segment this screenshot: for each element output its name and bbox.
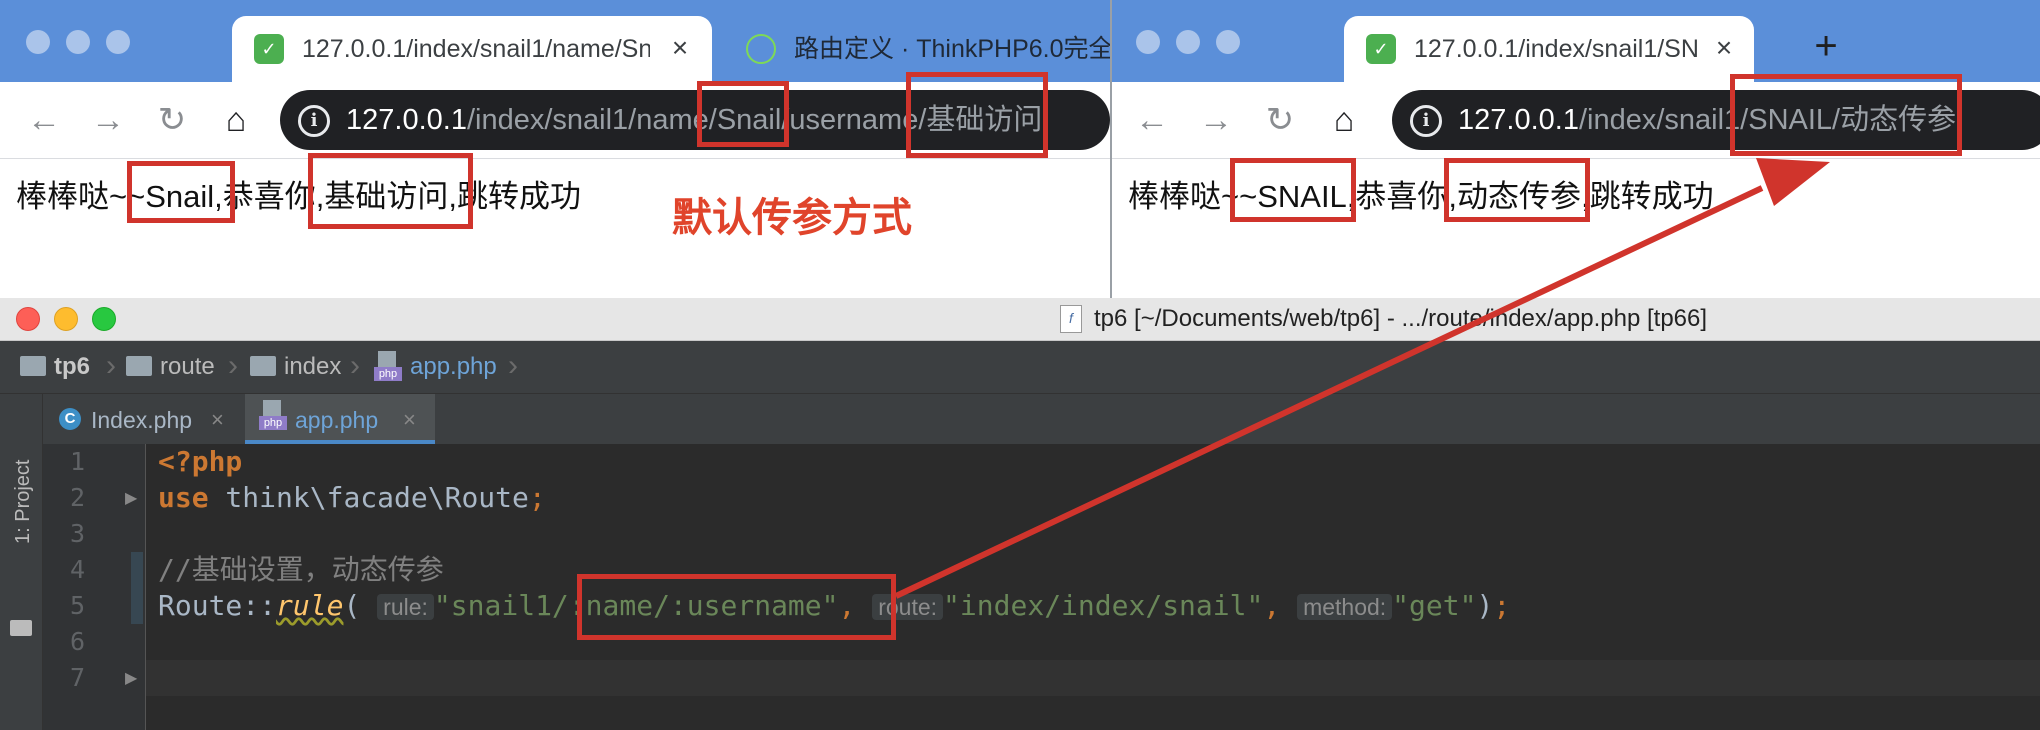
- arrow-right-icon[interactable]: →: [1194, 98, 1238, 142]
- breadcrumb: tp6 › route › index › php app.php ›: [0, 341, 2040, 394]
- highlight-box-text-name-right: [1230, 158, 1356, 222]
- info-icon[interactable]: i: [298, 105, 330, 137]
- reload-icon[interactable]: ↻: [1258, 98, 1302, 142]
- tab-label: Index.php: [91, 407, 193, 433]
- highlight-box-code-rule: [577, 574, 896, 640]
- folder-icon: [126, 356, 152, 376]
- code-line-2: use think\facade\Route;: [158, 481, 546, 514]
- close-icon[interactable]: ×: [211, 406, 224, 434]
- thinkphp-favicon-icon: ✓: [254, 34, 284, 64]
- ide-window-title: tp6 [~/Documents/web/tp6] - .../route/in…: [1094, 305, 1708, 332]
- line-number: 4: [69, 555, 85, 584]
- ide-titlebar: f tp6 [~/Documents/web/tp6] - .../route/…: [0, 298, 2040, 341]
- window-zoom-light[interactable]: [106, 30, 130, 54]
- line-number: 3: [69, 519, 85, 548]
- new-tab-button[interactable]: +: [1806, 26, 1846, 66]
- highlight-box-url-name: [697, 81, 789, 147]
- arrow-left-icon[interactable]: ←: [1130, 98, 1174, 142]
- reload-icon[interactable]: ↻: [150, 98, 194, 142]
- php-file-icon: php: [374, 351, 402, 383]
- code-line-4: //基础设置，动态传参: [158, 553, 444, 586]
- param-hint: method:: [1297, 594, 1393, 620]
- editor-tabs: C Index.php × php app.php ×: [43, 394, 2040, 445]
- window-zoom-light[interactable]: [1216, 30, 1240, 54]
- browser-tab-active[interactable]: ✓ 127.0.0.1/index/snail1/name/Snail/user…: [232, 16, 712, 82]
- tab-title: 127.0.0.1/index/snail1/name/Snail/userna…: [302, 35, 650, 63]
- tab-strip: ✓ 127.0.0.1/index/snail1/SNAIL/动态传参 × +: [1112, 0, 2040, 82]
- window-close-light[interactable]: [1136, 30, 1160, 54]
- line-number: 5: [69, 591, 85, 620]
- php-file-icon: php: [259, 400, 287, 432]
- highlight-box-text-name: [127, 161, 235, 223]
- browser-tab-active[interactable]: ✓ 127.0.0.1/index/snail1/SNAIL/动态传参 ×: [1344, 16, 1754, 82]
- chevron-right-icon: ›: [350, 349, 360, 382]
- window-zoom-light[interactable]: [92, 307, 116, 331]
- page-message: 棒棒哒~~SNAIL,恭喜你,动态传参,跳转成功: [1128, 179, 1714, 214]
- highlight-box-text-username: [308, 153, 473, 229]
- project-side-strip: 1: Project: [0, 394, 43, 730]
- annotation-label: 默认传参方式: [672, 196, 912, 240]
- page-message: 棒棒哒~~Snail,恭喜你,基础访问,跳转成功: [16, 179, 581, 214]
- arrow-left-icon[interactable]: ←: [22, 98, 66, 142]
- window-minimize-light[interactable]: [66, 30, 90, 54]
- highlight-box-url-username: [906, 72, 1048, 158]
- project-tool-label[interactable]: 1: Project: [12, 460, 35, 544]
- tab-label: app.php: [295, 407, 379, 433]
- chevron-right-icon: ›: [508, 349, 518, 382]
- close-icon[interactable]: ×: [664, 32, 696, 64]
- tab-index-php[interactable]: C Index.php ×: [43, 394, 243, 444]
- code-line-1: <?php: [158, 445, 243, 478]
- line-number: 1: [69, 447, 85, 476]
- tab-strip: ✓ 127.0.0.1/index/snail1/name/Snail/user…: [0, 0, 1110, 82]
- php-file-icon: f: [1060, 305, 1082, 333]
- tab-app-php[interactable]: php app.php ×: [245, 394, 435, 444]
- home-icon[interactable]: ⌂: [214, 98, 258, 142]
- line-number: 2: [69, 483, 85, 512]
- close-icon[interactable]: ×: [403, 406, 416, 434]
- class-icon: C: [59, 408, 81, 430]
- chevron-right-icon: ›: [106, 349, 116, 382]
- folder-icon: [20, 356, 46, 376]
- line-gutter: 1 2 ▶ 3 4 5 6 7 ▶: [43, 444, 146, 730]
- fold-arrow-icon[interactable]: ▶: [125, 488, 137, 508]
- tab-title: 路由定义 · ThinkPHP6.0完全开发手册: [794, 35, 1110, 63]
- home-icon[interactable]: ⌂: [1322, 98, 1366, 142]
- tab-title: 127.0.0.1/index/snail1/SNAIL/动态传参: [1414, 35, 1698, 63]
- highlight-box-text-username-right: [1444, 158, 1590, 222]
- window-minimize-light[interactable]: [1176, 30, 1200, 54]
- folder-icon: [250, 356, 276, 376]
- thinkphp-favicon-icon: ✓: [1366, 34, 1396, 64]
- code-editor[interactable]: <?php use think\facade\Route; //基础设置，动态传…: [146, 444, 2040, 730]
- chevron-right-icon: ›: [228, 349, 238, 382]
- breadcrumb-item[interactable]: app.php: [410, 353, 497, 381]
- info-icon[interactable]: i: [1410, 105, 1442, 137]
- breadcrumb-item[interactable]: tp6: [54, 353, 90, 381]
- param-hint: rule:: [377, 594, 434, 620]
- fold-arrow-icon[interactable]: ▶: [125, 668, 137, 688]
- window-minimize-light[interactable]: [54, 307, 78, 331]
- change-marker: [131, 552, 143, 624]
- current-line-highlight: [146, 660, 2040, 696]
- highlight-box-url-right: [1730, 74, 1962, 156]
- breadcrumb-item[interactable]: route: [160, 353, 215, 381]
- docs-favicon-icon: [746, 34, 776, 64]
- folder-icon[interactable]: [10, 620, 32, 636]
- close-icon[interactable]: ×: [1708, 32, 1740, 64]
- line-number: 7: [69, 663, 85, 692]
- breadcrumb-item[interactable]: index: [284, 353, 341, 381]
- line-number: 6: [69, 627, 85, 656]
- ide-window: f tp6 [~/Documents/web/tp6] - .../route/…: [0, 298, 2040, 730]
- arrow-right-icon[interactable]: →: [86, 98, 130, 142]
- window-close-light[interactable]: [26, 30, 50, 54]
- window-close-light[interactable]: [16, 307, 40, 331]
